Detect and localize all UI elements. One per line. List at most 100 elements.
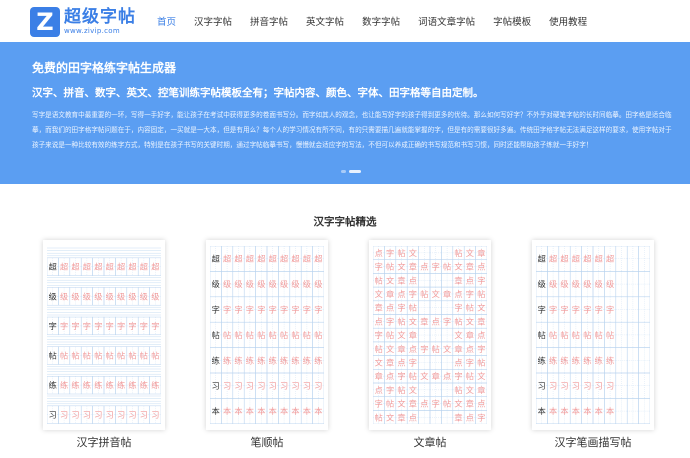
svg-text:帖: 帖: [466, 303, 474, 313]
svg-text:帖: 帖: [606, 330, 614, 340]
card-pinyin-sheet[interactable]: 超超超超超超超超超超级级级级级级级级级级字字字字字字字字字字帖帖帖帖帖帖帖帖帖帖…: [43, 240, 165, 430]
svg-text:字: 字: [71, 321, 79, 331]
svg-text:级: 级: [140, 291, 148, 301]
card-label[interactable]: 文章帖: [350, 434, 510, 450]
svg-text:帖: 帖: [140, 351, 148, 361]
svg-text:章: 章: [466, 330, 474, 340]
svg-text:级: 级: [128, 291, 136, 301]
svg-text:超: 超: [49, 262, 57, 272]
svg-text:练: 练: [538, 355, 546, 365]
sheet-preview: 超超超超超超超级级级级级级级字字字字字字字帖帖帖帖帖帖帖练练练练练练练习习习习习…: [536, 246, 650, 424]
nav-item-pinyin[interactable]: 拼音字帖: [250, 14, 288, 28]
svg-text:文: 文: [386, 412, 394, 422]
svg-text:文: 文: [477, 303, 485, 313]
svg-text:帖: 帖: [432, 344, 440, 354]
svg-text:字: 字: [397, 371, 405, 381]
svg-text:练: 练: [572, 355, 580, 365]
site-logo[interactable]: Z 超级字帖 www.zivip.com: [30, 6, 150, 38]
svg-text:练: 练: [257, 355, 265, 365]
svg-text:字: 字: [375, 262, 383, 272]
svg-text:文: 文: [397, 262, 405, 272]
svg-text:字: 字: [314, 305, 322, 315]
worksheet-thumbnail: 点字帖文帖文章字帖文章点字帖文章点帖文章点章点字文章点字帖文章点字帖章点字帖字帖…: [373, 246, 487, 424]
card-label[interactable]: 汉字笔画描写帖: [513, 434, 673, 450]
svg-text:点: 点: [466, 344, 474, 354]
svg-text:点: 点: [477, 262, 485, 272]
svg-text:文: 文: [375, 357, 383, 367]
svg-text:练: 练: [71, 380, 79, 390]
svg-text:点: 点: [386, 303, 394, 313]
nav-item-tutorial[interactable]: 使用教程: [549, 14, 587, 28]
svg-text:文: 文: [375, 289, 383, 299]
svg-text:帖: 帖: [94, 351, 102, 361]
svg-text:点: 点: [477, 399, 485, 409]
svg-text:字: 字: [386, 316, 394, 326]
svg-text:习: 习: [223, 381, 231, 391]
card-label[interactable]: 汉字拼音帖: [24, 434, 184, 450]
nav-item-numbers[interactable]: 数字字帖: [362, 14, 400, 28]
svg-text:练: 练: [314, 355, 322, 365]
svg-text:超: 超: [94, 262, 102, 272]
hero-banner: 免费的田字格练字帖生成器 汉字、拼音、数字、英文、控笔训练字帖模板全有；字帖内容…: [0, 42, 690, 184]
svg-text:习: 习: [303, 381, 311, 391]
carousel-dot[interactable]: [341, 170, 346, 173]
svg-text:练: 练: [560, 355, 568, 365]
svg-text:章: 章: [432, 371, 440, 381]
svg-text:章: 章: [375, 303, 383, 313]
svg-text:点: 点: [420, 262, 428, 272]
svg-text:帖: 帖: [595, 330, 603, 340]
svg-text:超: 超: [269, 254, 277, 264]
svg-text:点: 点: [454, 289, 462, 299]
svg-text:帖: 帖: [291, 330, 299, 340]
svg-text:字: 字: [477, 275, 485, 285]
nav-item-templates[interactable]: 字帖模板: [493, 14, 531, 28]
svg-text:帖: 帖: [397, 316, 405, 326]
svg-text:帖: 帖: [454, 316, 462, 326]
svg-text:本: 本: [314, 406, 322, 416]
svg-text:本: 本: [269, 406, 277, 416]
svg-text:练: 练: [583, 355, 591, 365]
svg-text:练: 练: [106, 380, 114, 390]
nav-item-home[interactable]: 首页: [157, 14, 176, 28]
svg-text:级: 级: [583, 279, 591, 289]
svg-text:本: 本: [234, 406, 242, 416]
svg-text:级: 级: [246, 279, 254, 289]
svg-text:帖: 帖: [409, 371, 417, 381]
logo-z-icon: Z: [30, 7, 60, 37]
svg-text:超: 超: [549, 254, 557, 264]
nav-item-hanzi[interactable]: 汉字字帖: [194, 14, 232, 28]
svg-text:章: 章: [397, 275, 405, 285]
svg-text:本: 本: [572, 406, 580, 416]
svg-text:超: 超: [234, 254, 242, 264]
svg-text:字: 字: [420, 344, 428, 354]
card-article-sheet[interactable]: 点字帖文帖文章字帖文章点字帖文章点帖文章点章点字文章点字帖文章点字帖章点字帖字帖…: [369, 240, 491, 430]
svg-text:帖: 帖: [572, 330, 580, 340]
svg-text:练: 练: [83, 380, 91, 390]
svg-text:超: 超: [151, 262, 159, 272]
svg-text:练: 练: [94, 380, 102, 390]
svg-text:点: 点: [409, 412, 417, 422]
svg-text:章: 章: [386, 289, 394, 299]
card-stroke-order-sheet[interactable]: 超超超超超超超超超超级级级级级级级级级级字字字字字字字字字字帖帖帖帖帖帖帖帖帖帖…: [206, 240, 328, 430]
svg-text:习: 习: [595, 381, 603, 391]
svg-text:习: 习: [49, 410, 57, 420]
svg-text:练: 练: [291, 355, 299, 365]
svg-text:点: 点: [397, 357, 405, 367]
svg-text:超: 超: [71, 262, 79, 272]
svg-text:字: 字: [409, 357, 417, 367]
svg-text:章: 章: [477, 316, 485, 326]
carousel-dot-active[interactable]: [349, 170, 361, 173]
svg-text:级: 级: [94, 291, 102, 301]
card-stroke-trace-sheet[interactable]: 超超超超超超超级级级级级级级字字字字字字字帖帖帖帖帖帖帖练练练练练练练习习习习习…: [532, 240, 654, 430]
svg-text:超: 超: [83, 262, 91, 272]
svg-text:帖: 帖: [386, 262, 394, 272]
svg-text:练: 练: [280, 355, 288, 365]
svg-text:点: 点: [466, 275, 474, 285]
nav-item-words-articles[interactable]: 词语文章字帖: [418, 14, 475, 28]
card-label[interactable]: 笔顺帖: [187, 434, 347, 450]
svg-text:字: 字: [375, 330, 383, 340]
svg-text:习: 习: [606, 381, 614, 391]
svg-text:帖: 帖: [397, 385, 405, 395]
svg-text:本: 本: [257, 406, 265, 416]
nav-item-english[interactable]: 英文字帖: [306, 14, 344, 28]
